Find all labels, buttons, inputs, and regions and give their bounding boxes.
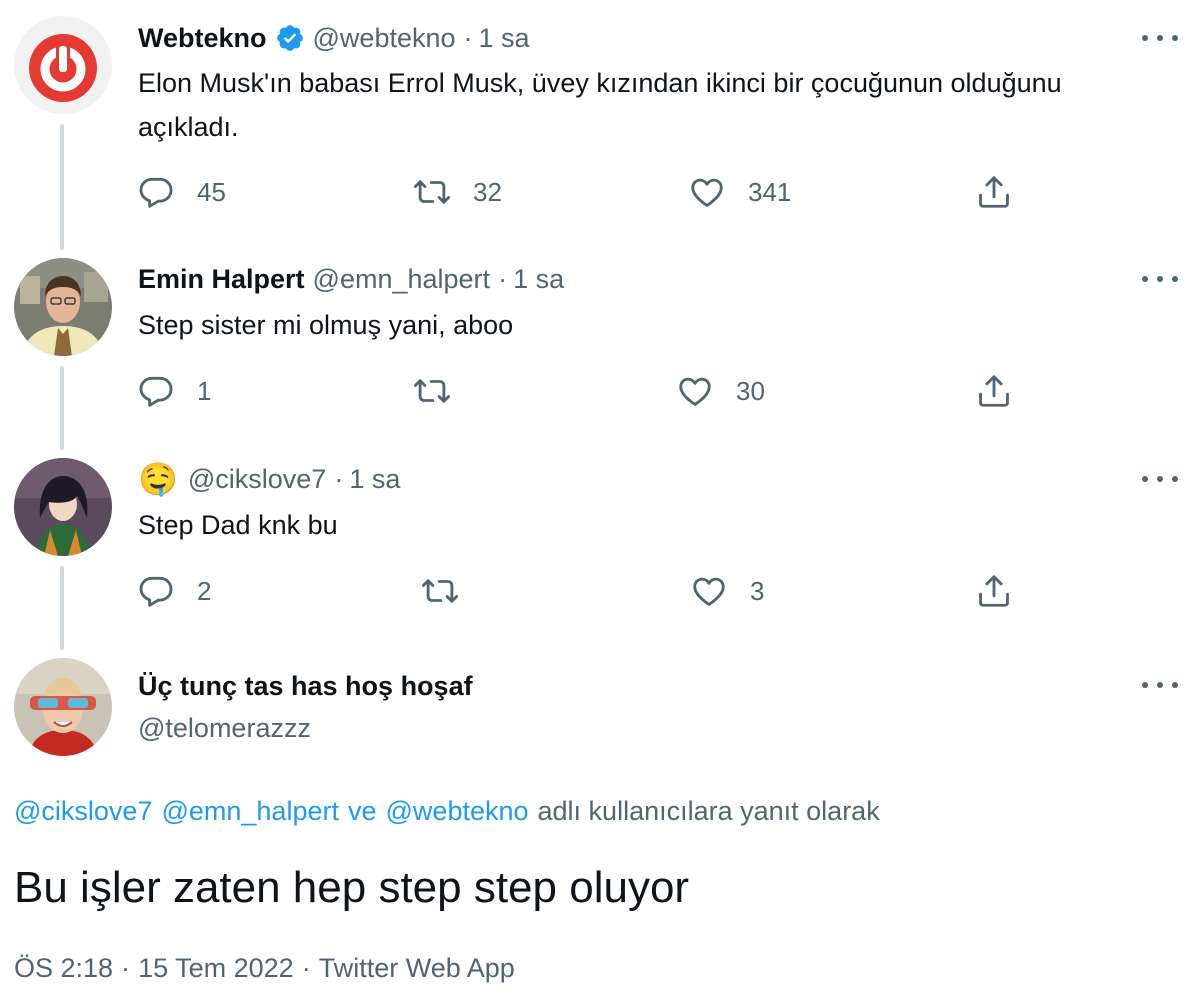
thread-tweet-emin-halpert[interactable]: Emin Halpert @emn_halpert · 1 sa Step si…	[0, 250, 1200, 450]
retweet-button[interactable]: 32	[413, 170, 502, 214]
reply-icon	[139, 576, 173, 607]
main-display-name[interactable]: Üç tunç tas has hoş hoşaf	[138, 668, 473, 704]
more-icon[interactable]	[1142, 467, 1178, 491]
mention-link-cikslove7[interactable]: @cikslove7	[14, 796, 152, 827]
tweet-metadata: ÖS 2:18 · 15 Tem 2022 · Twitter Web App	[14, 950, 515, 986]
reply-count: 1	[197, 375, 212, 406]
share-icon	[979, 176, 1009, 208]
display-name[interactable]: Emin Halpert	[138, 264, 305, 295]
reply-button[interactable]: 45	[137, 170, 226, 214]
reply-context-suffix: adlı kullanıcılara yanıt olarak	[537, 795, 880, 826]
retweet-icon	[413, 379, 451, 403]
main-user-handle[interactable]: @telomerazzz	[138, 710, 311, 746]
retweet-icon	[413, 180, 451, 204]
reply-button[interactable]: 1	[137, 369, 211, 413]
verified-badge-icon	[275, 23, 305, 53]
reply-icon	[139, 177, 173, 208]
avatar-telomerazzz[interactable]	[14, 658, 112, 756]
tweet-header: Webtekno @webtekno · 1 sa	[138, 20, 530, 56]
tweet-time[interactable]: 1 sa	[479, 23, 530, 54]
like-count: 3	[750, 575, 765, 606]
more-icon[interactable]	[1142, 267, 1178, 291]
tweet-text: Elon Musk'ın babası Errol Musk, üvey kız…	[138, 68, 1062, 142]
more-icon[interactable]	[1142, 673, 1178, 697]
retweet-icon	[421, 579, 459, 603]
user-handle[interactable]: @emn_halpert	[313, 264, 491, 295]
like-button[interactable]: 3	[690, 569, 764, 613]
like-button[interactable]: 30	[676, 369, 765, 413]
avatar-webtekno[interactable]	[14, 16, 112, 114]
reply-icon	[139, 376, 173, 407]
tweet-date[interactable]: 15 Tem 2022	[138, 953, 294, 984]
retweet-button[interactable]	[421, 569, 481, 613]
reply-count: 45	[197, 176, 226, 207]
separator-dot: ·	[301, 952, 311, 983]
user-handle[interactable]: @webtekno	[313, 23, 456, 54]
tweet-actions: 45 32 341	[0, 170, 1200, 214]
like-icon	[679, 377, 711, 406]
reply-count: 2	[197, 575, 212, 606]
tweet-time[interactable]: 1 sa	[513, 264, 564, 295]
more-icon[interactable]	[1142, 26, 1178, 50]
mention-conjunction[interactable]: ve	[348, 796, 377, 827]
share-button[interactable]	[975, 369, 1013, 413]
display-name-emoji[interactable]: 🤤	[138, 463, 178, 495]
tweet-thread-page: Webtekno @webtekno · 1 sa Elon Musk'ın b…	[0, 0, 1200, 1003]
main-tweet-text: Bu işler zaten hep step step oluyor	[14, 863, 690, 912]
reply-button[interactable]: 2	[137, 569, 211, 613]
display-name[interactable]: Webtekno	[138, 23, 267, 54]
like-icon	[691, 178, 723, 207]
tweet-actions: 1 30	[0, 369, 1200, 413]
like-count: 30	[736, 375, 765, 406]
thread-tweet-webtekno[interactable]: Webtekno @webtekno · 1 sa Elon Musk'ın b…	[0, 0, 1200, 250]
separator-dot: ·	[121, 952, 131, 983]
tweet-text: Step sister mi olmuş yani, aboo	[138, 310, 514, 340]
separator-dot: ·	[334, 463, 344, 494]
tweet-actions: 2 3	[0, 569, 1200, 613]
like-icon	[693, 577, 725, 606]
avatar-cikslove7[interactable]	[14, 458, 112, 556]
tweet-time[interactable]: 1 sa	[349, 464, 400, 495]
retweet-button[interactable]	[413, 369, 473, 413]
mention-link-webtekno[interactable]: @webtekno	[386, 796, 529, 827]
share-button[interactable]	[975, 569, 1013, 613]
like-button[interactable]: 341	[688, 170, 791, 214]
separator-dot: ·	[498, 263, 508, 294]
thread-tweet-cikslove7[interactable]: 🤤 @cikslove7 · 1 sa Step Dad knk bu 2 3	[0, 450, 1200, 650]
tweet-header: Emin Halpert @emn_halpert · 1 sa	[138, 261, 564, 297]
tweet-header: 🤤 @cikslove7 · 1 sa	[138, 461, 400, 497]
mention-link-emn-halpert[interactable]: @emn_halpert	[161, 796, 339, 827]
user-handle[interactable]: @cikslove7	[188, 464, 326, 495]
like-count: 341	[748, 176, 792, 207]
reply-context: @cikslove7 @emn_halpert ve @webtekno adl…	[14, 792, 880, 830]
share-icon	[979, 575, 1009, 607]
retweet-count: 32	[473, 176, 502, 207]
tweet-timestamp[interactable]: ÖS 2:18	[14, 953, 113, 984]
share-button[interactable]	[975, 170, 1013, 214]
share-icon	[979, 375, 1009, 407]
tweet-text: Step Dad knk bu	[138, 510, 338, 540]
avatar-emin-halpert[interactable]	[14, 258, 112, 356]
separator-dot: ·	[463, 22, 473, 53]
tweet-source[interactable]: Twitter Web App	[319, 953, 515, 984]
